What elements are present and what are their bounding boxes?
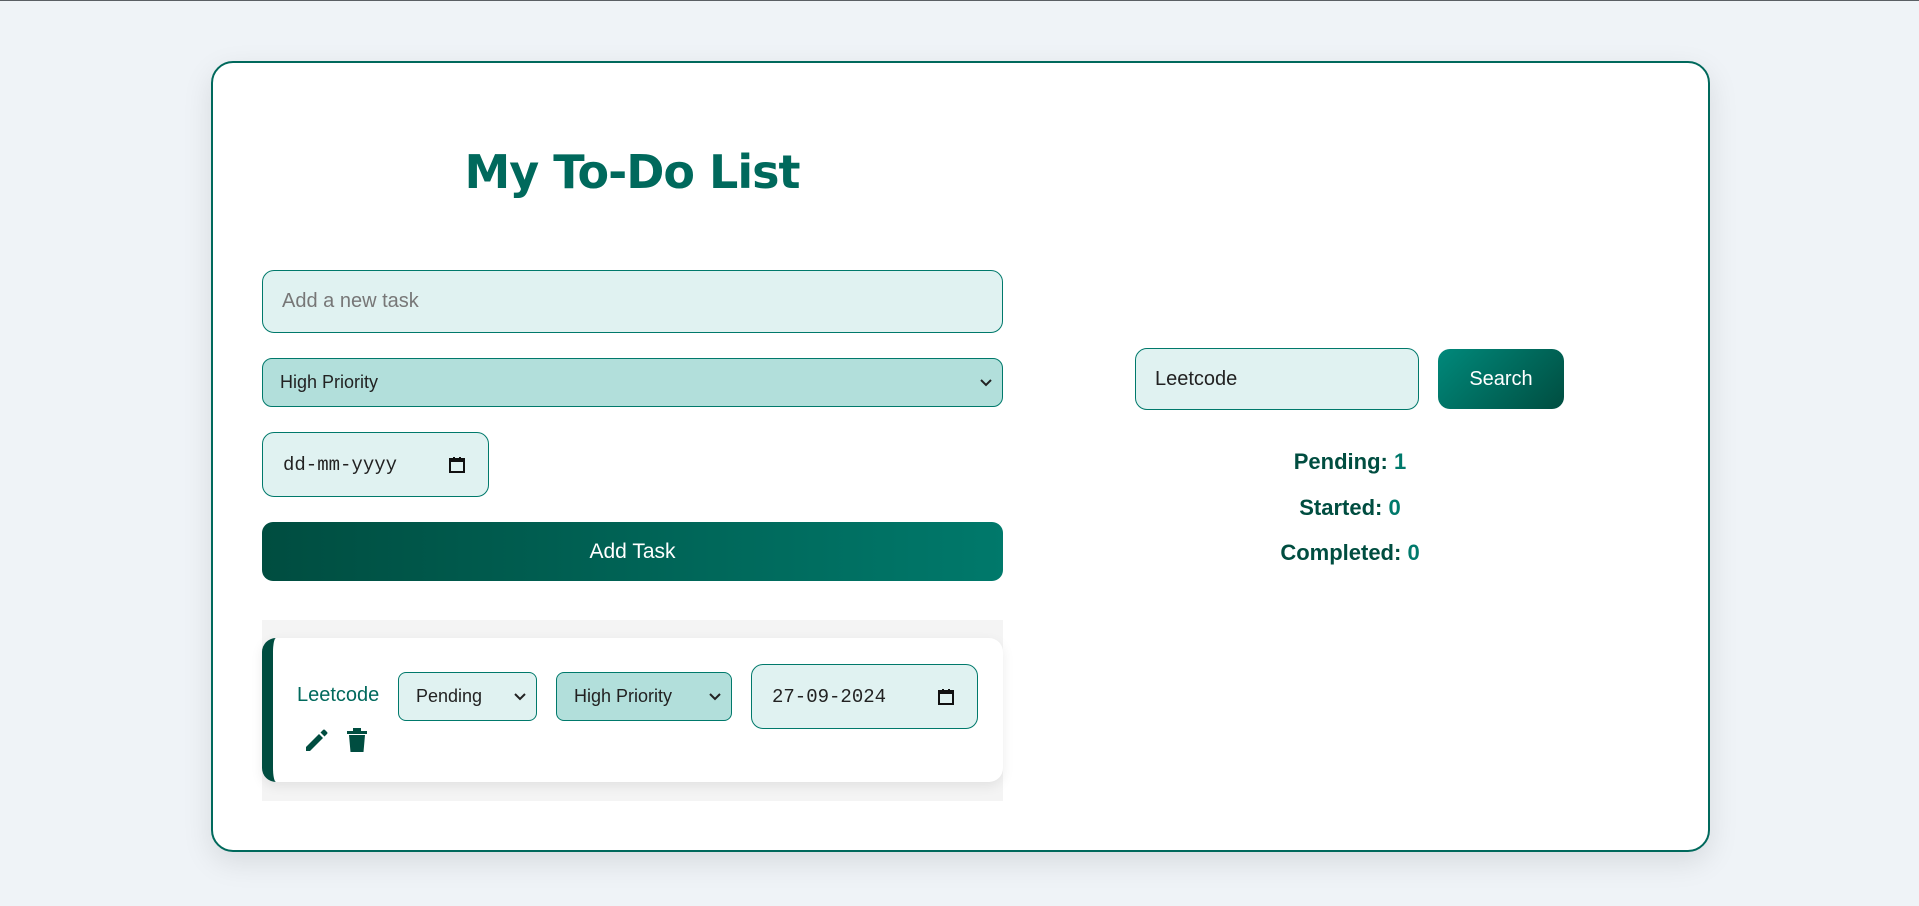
completed-stat: Completed: 0 [1220, 540, 1480, 566]
new-task-input[interactable] [262, 270, 1003, 333]
started-label: Started: [1299, 495, 1383, 520]
task-name: Leetcode [297, 684, 380, 706]
top-border-line [0, 0, 1919, 1]
started-count: 0 [1388, 495, 1401, 520]
page-title: My To-Do List [464, 145, 801, 199]
pencil-icon[interactable] [303, 727, 329, 753]
started-stat: Started: 0 [1220, 495, 1480, 521]
calendar-icon[interactable] [448, 456, 466, 474]
search-input[interactable]: Leetcode [1135, 348, 1419, 410]
pending-count: 1 [1393, 449, 1407, 474]
pending-label: Pending: [1293, 449, 1388, 474]
add-task-button[interactable]: Add Task [262, 522, 1003, 581]
completed-count: 0 [1407, 540, 1420, 565]
task-date-input[interactable]: 27-09-2024 [751, 664, 978, 729]
task-status-value: Pending [416, 686, 483, 706]
calendar-icon[interactable] [937, 688, 955, 706]
chevron-down-icon [709, 692, 721, 700]
chevron-down-icon [514, 692, 526, 700]
completed-label: Completed: [1280, 540, 1402, 565]
trash-icon[interactable] [344, 727, 370, 753]
priority-select-value: High Priority [280, 372, 379, 392]
priority-select[interactable]: High Priority [262, 358, 1003, 407]
search-button[interactable]: Search [1438, 349, 1564, 409]
due-date-placeholder: dd-mm-yyyy [283, 453, 398, 476]
task-date-value: 27-09-2024 [772, 685, 887, 708]
task-status-select[interactable]: Pending [398, 672, 537, 721]
task-priority-select[interactable]: High Priority [556, 672, 732, 721]
search-input-value: Leetcode [1155, 367, 1238, 390]
pending-stat: Pending: 1 [1220, 449, 1480, 475]
task-priority-value: High Priority [574, 686, 673, 706]
chevron-down-icon [980, 378, 992, 386]
due-date-input[interactable]: dd-mm-yyyy [262, 432, 489, 497]
